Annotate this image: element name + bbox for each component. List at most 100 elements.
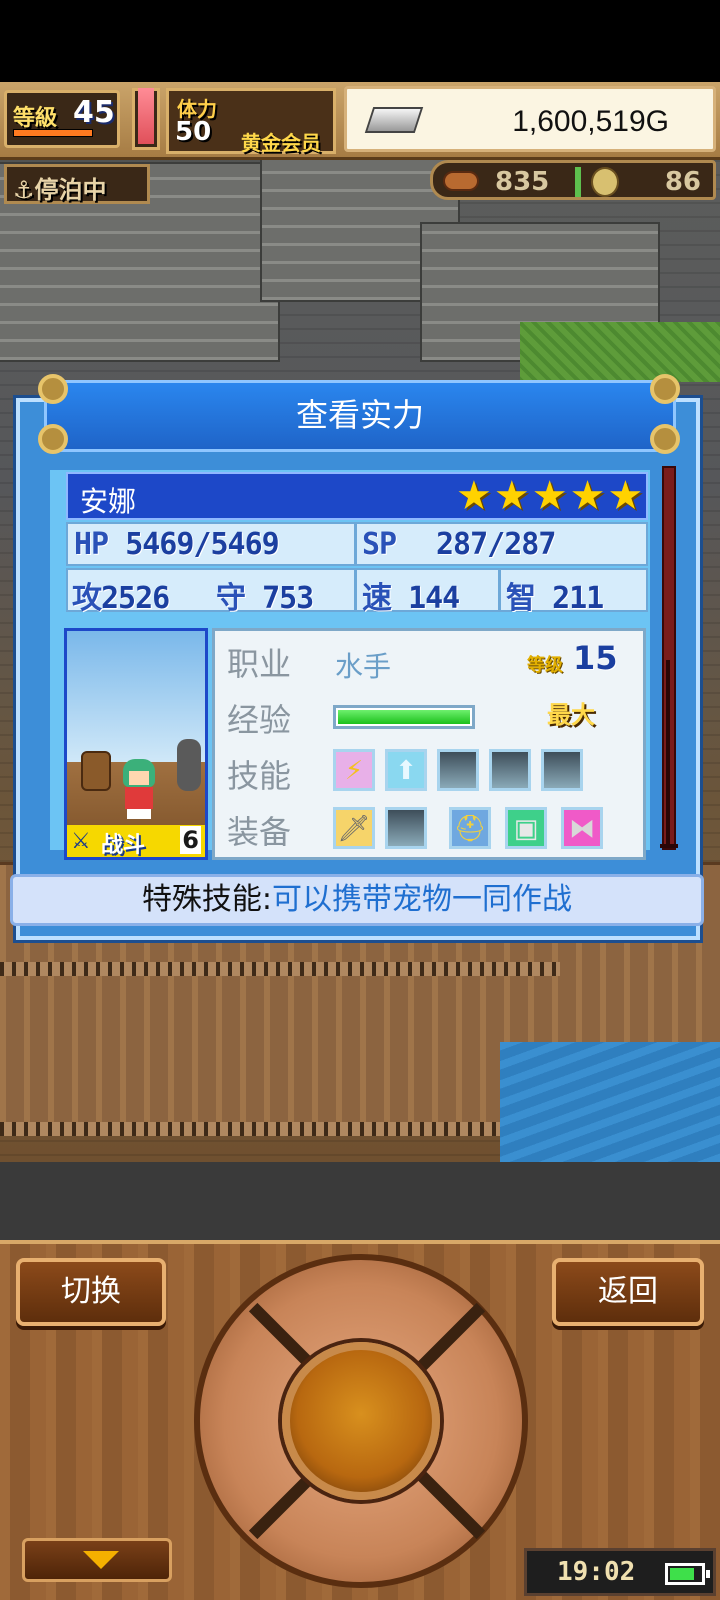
class-level-value: 15 [573, 639, 618, 677]
int-label: 智 [506, 581, 536, 616]
stamina-gauge [132, 88, 160, 150]
sp-stat: SP [362, 527, 397, 562]
class-level-label: 等级 [527, 655, 563, 676]
clock-time: 19:02 [557, 1557, 636, 1587]
stamina-value: 50 [175, 117, 212, 147]
down-arrow-icon [83, 1551, 119, 1569]
skill-label: 技能 [227, 757, 292, 795]
scrollbar-thumb[interactable] [666, 660, 670, 846]
back-button[interactable]: 返回 [552, 1258, 704, 1326]
ornament-icon [650, 424, 680, 454]
sp-value: 287/287 [436, 527, 556, 562]
equip-slot[interactable]: 🗡 [333, 807, 375, 849]
scrollbar-end-cap [660, 844, 678, 848]
empty-skill-slot[interactable] [541, 749, 583, 791]
int-stat: 智 211 [506, 573, 604, 617]
gold-value: 1,600,519G [512, 105, 669, 138]
equip-slot[interactable]: ▣ [505, 807, 547, 849]
skill-slot[interactable]: ⚡ [333, 749, 375, 791]
exp-label: 经验 [227, 701, 292, 739]
up-arrow-icon: ⬆ [395, 756, 417, 786]
character-name: 安娜 [80, 485, 137, 518]
battle-type-number: 6 [180, 826, 201, 854]
equip-slot[interactable]: ⛑ [449, 807, 491, 849]
hp-label: HP [74, 527, 109, 562]
armor-icon: ▣ [513, 814, 539, 844]
character-portrait: ⚔ 战斗 6 [64, 628, 208, 860]
menu-down-button[interactable] [22, 1538, 172, 1582]
player-level-box: 等級 45 [4, 90, 120, 148]
stat-row-hp-sp: HP 5469/5469 SP 287/287 [66, 522, 648, 566]
ship-rail [0, 962, 560, 976]
battle-type-badge: ⚔ 战斗 6 [67, 825, 205, 858]
empty-skill-slot[interactable] [437, 749, 479, 791]
stat-divider [354, 570, 357, 610]
job-label: 职业 [227, 645, 292, 683]
battery-icon [665, 1563, 710, 1585]
spd-label: 速 [362, 581, 392, 616]
exp-bar-fill [338, 710, 470, 724]
dagger-icon: 🗡 [337, 814, 371, 844]
membership-badge: 黄金会员 [241, 131, 321, 155]
equip-slot[interactable]: ⧓ [561, 807, 603, 849]
equip-label: 装备 [227, 813, 292, 851]
helmet-icon: ⛑ [453, 814, 487, 844]
level-progress-bar [13, 129, 93, 137]
resource-counter: 835 86 [430, 160, 716, 200]
level-label: 等級 [13, 106, 58, 131]
dock-status-badge: ⚓停泊中 [4, 164, 150, 204]
atk-value: 2526 [101, 581, 170, 616]
stat-divider [354, 524, 357, 564]
level-value: 45 [73, 95, 115, 130]
def-value: 753 [262, 581, 314, 616]
job-value: 水手 [335, 650, 392, 683]
grass-patch [520, 322, 720, 382]
battle-type-label: 战斗 [101, 833, 146, 858]
special-skill-bar: 特殊技能:可以携带宠物一同作战 [10, 874, 704, 926]
food-value: 835 [495, 167, 550, 197]
def-label: 守 [216, 581, 246, 616]
accessory-icon: ⧓ [569, 814, 595, 844]
exp-bar [333, 705, 475, 729]
resource-divider [575, 167, 581, 197]
empty-skill-slot[interactable] [489, 749, 531, 791]
special-skill-label: 特殊技能: [141, 882, 273, 917]
barrel-icon [81, 751, 111, 791]
battery-fill [670, 1568, 694, 1580]
ornament-icon [38, 374, 68, 404]
status-clock: 19:02 [524, 1548, 716, 1596]
int-value: 211 [552, 581, 604, 616]
special-skill-value: 可以携带宠物一同作战 [272, 882, 573, 917]
medal-icon [591, 167, 619, 197]
gold-counter: 1,600,519G [344, 86, 716, 152]
hp-value: 5469/5469 [125, 527, 280, 562]
confirm-button[interactable] [282, 1342, 440, 1500]
sp-label: SP [362, 527, 397, 562]
character-name-row: 安娜 ★★★★★ [66, 472, 648, 520]
character-info-panel: 职业 水手 等级 15 经验 最大 技能 ⚡ ⬆ 装备 🗡 ⛑ ▣ ⧓ [212, 628, 646, 860]
ornament-icon [38, 424, 68, 454]
exp-status: 最大 [547, 701, 595, 729]
medal-value: 86 [664, 167, 701, 197]
ornament-icon [650, 374, 680, 404]
atk-stat: 攻2526 [72, 573, 170, 617]
character-sprite [117, 759, 161, 819]
star-rating: ★★★★★ [456, 473, 646, 519]
silver-ingot-icon [364, 107, 424, 133]
spd-stat: 速 144 [362, 573, 460, 617]
def-stat: 守 753 [216, 573, 314, 617]
atk-label: 攻 [72, 581, 102, 616]
cannon-icon [177, 739, 201, 791]
dialog-title: 查看实力 [44, 380, 676, 452]
hp-stat: HP 5469/5469 [74, 527, 280, 562]
stamina-box: 体力 50 黄金会员 [166, 88, 336, 155]
dock-status-text: ⚓停泊中 [13, 176, 107, 204]
skill-slot[interactable]: ⬆ [385, 749, 427, 791]
switch-button[interactable]: 切换 [16, 1258, 166, 1326]
stat-row-attributes: 攻2526 守 753 速 144 智 211 [66, 568, 648, 616]
meat-icon [443, 171, 479, 191]
sword-icon: ⚔ [71, 829, 91, 854]
stat-divider [498, 570, 501, 610]
spd-value: 144 [408, 581, 460, 616]
empty-equip-slot[interactable] [385, 807, 427, 849]
